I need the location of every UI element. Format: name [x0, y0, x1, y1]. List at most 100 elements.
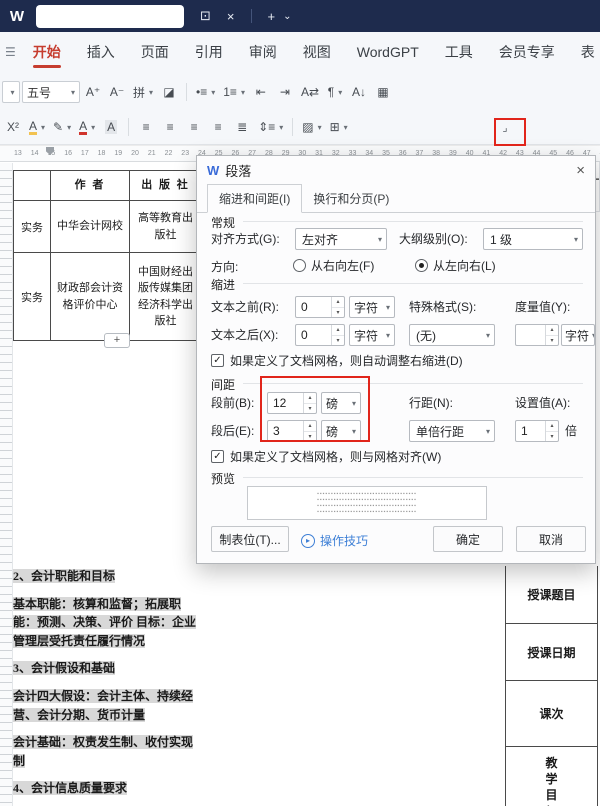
tabs-button[interactable]: 制表位(T)...	[211, 526, 289, 552]
numbered-list-button[interactable]: 1≡ ▾	[220, 80, 248, 104]
table-cell[interactable]: 实务	[13, 200, 51, 253]
table-cell[interactable]: 实务	[13, 252, 51, 341]
shading-button[interactable]: ▨ ▾	[299, 115, 324, 139]
direction-ltr-option[interactable]: 从左向右(L)	[415, 257, 496, 274]
line-spacing-button[interactable]: ⇕≡ ▾	[255, 115, 286, 139]
font-color-button[interactable]: A ▾	[76, 115, 98, 139]
paragraph[interactable]: 4、会计信息质量要求	[13, 779, 204, 798]
cancel-button[interactable]: 取消	[516, 526, 586, 552]
increase-font-size-button[interactable]: A⁺	[82, 80, 104, 104]
setting-value-input[interactable]: ▴ ▾	[515, 420, 559, 442]
superscript-button[interactable]: X²	[2, 115, 24, 139]
direction-rtl-option[interactable]: 从右向左(F)	[293, 257, 374, 274]
radio-selected-icon[interactable]	[415, 259, 428, 272]
table-cell[interactable]: 课次	[506, 681, 597, 747]
wps-logo[interactable]: W	[6, 8, 28, 25]
highlight-color-button[interactable]: A ▾	[26, 115, 48, 139]
tips-link[interactable]: ▸ 操作技巧	[301, 532, 368, 549]
tab-indents-and-spacing[interactable]: 缩进和间距(I)	[207, 184, 303, 213]
text-tool-button[interactable]: A⇄	[298, 80, 322, 104]
spin-down-icon[interactable]: ▾	[546, 336, 558, 346]
close-tab-icon[interactable]: ×	[227, 9, 235, 24]
radio-unselected-icon[interactable]	[293, 259, 306, 272]
character-shading-button[interactable]: A	[100, 115, 122, 139]
checkbox-checked-icon[interactable]: ✓	[211, 354, 224, 367]
align-right-button[interactable]: ≡	[183, 115, 205, 139]
measure-unit-select[interactable]: 字符 ▾	[561, 324, 595, 346]
setting-value[interactable]	[516, 421, 545, 441]
increase-indent-button[interactable]: ⇥	[274, 80, 296, 104]
tab-tools[interactable]: 工具	[432, 32, 486, 72]
sort-button[interactable]: A↓	[348, 80, 370, 104]
indent-after-input[interactable]: ▴ ▾	[295, 324, 345, 346]
indent-after-value[interactable]	[296, 325, 331, 345]
spin-up-icon[interactable]: ▴	[546, 325, 558, 336]
snap-to-grid-checkbox[interactable]: ✓ 如果定义了文档网格，则与网格对齐(W)	[211, 448, 441, 465]
line-spacing-select[interactable]: 单倍行距 ▾	[409, 420, 495, 442]
tab-view[interactable]: 视图	[290, 32, 344, 72]
decrease-font-size-button[interactable]: A⁻	[106, 80, 128, 104]
show-grid-button[interactable]: ▦	[372, 80, 394, 104]
spin-down-icon[interactable]: ▾	[546, 432, 558, 442]
paragraph[interactable]: 3、会计假设和基础	[13, 659, 204, 678]
document-tab[interactable]	[36, 4, 184, 28]
tab-review[interactable]: 审阅	[236, 32, 290, 72]
ok-button[interactable]: 确定	[433, 526, 503, 552]
tab-reference[interactable]: 引用	[182, 32, 236, 72]
distribute-button[interactable]: ≣	[231, 115, 253, 139]
chevron-down-icon[interactable]: ⌄	[283, 11, 291, 22]
monitor-icon[interactable]: ⊡	[200, 8, 211, 24]
paragraph[interactable]: 会计四大假设：会计主体、持续经营、会计分期、货币计量	[13, 687, 204, 724]
spin-down-icon[interactable]: ▾	[332, 336, 344, 346]
text-effects-button[interactable]: ✎ ▾	[50, 115, 74, 139]
spin-up-icon[interactable]: ▴	[546, 421, 558, 432]
table-cell[interactable]: 授课日期	[506, 624, 597, 681]
tab-page[interactable]: 页面	[128, 32, 182, 72]
measure-value[interactable]	[516, 325, 545, 345]
spin-up-icon[interactable]: ▴	[332, 297, 344, 308]
table-cell[interactable]: 授课题目	[506, 566, 597, 624]
pinyin-guide-button[interactable]: 拼 ▾	[130, 80, 156, 104]
indent-before-input[interactable]: ▴ ▾	[295, 296, 345, 318]
decrease-indent-button[interactable]: ⇤	[250, 80, 272, 104]
checkbox-checked-icon[interactable]: ✓	[211, 450, 224, 463]
menu-icon[interactable]: ☰	[5, 45, 16, 59]
tab-table-tools[interactable]: 表	[568, 32, 600, 72]
paragraph-mark-button[interactable]: ¶ ▾	[324, 80, 346, 104]
table-cell[interactable]: 高等教育出版社	[129, 200, 202, 253]
spin-down-icon[interactable]: ▾	[332, 308, 344, 318]
tab-home[interactable]: 开始	[20, 32, 74, 72]
borders-button[interactable]: ⊞ ▾	[327, 115, 351, 139]
font-name-select[interactable]: ▾	[2, 81, 20, 103]
new-tab-icon[interactable]: +	[268, 9, 276, 24]
tab-line-and-page-breaks[interactable]: 换行和分页(P)	[302, 185, 400, 212]
auto-adjust-indent-checkbox[interactable]: ✓ 如果定义了文档网格，则自动调整右缩进(D)	[211, 352, 463, 369]
table-header-cell[interactable]	[13, 170, 51, 201]
font-size-select[interactable]: 五号 ▾	[22, 81, 80, 103]
table-header-cell-author[interactable]: 作 者	[50, 170, 130, 201]
table-cell[interactable]: 中国财经出版传媒集团经济科学出版社	[129, 252, 202, 341]
table-cell-vertical[interactable]: 教 学 目 标	[506, 747, 597, 806]
document-body[interactable]: 2、会计职能和目标 基本职能：核算和监督；拓展职能：预测、决策、评价 目标：企业…	[13, 567, 204, 806]
table-cell[interactable]: 财政部会计资格评价中心	[50, 252, 130, 341]
dialog-titlebar[interactable]: W 段落 ×	[197, 156, 595, 184]
vertical-ruler[interactable]	[0, 163, 13, 806]
indent-before-value[interactable]	[296, 297, 331, 317]
spin-up-icon[interactable]: ▴	[332, 325, 344, 336]
bullet-list-button[interactable]: •≡ ▾	[193, 80, 218, 104]
table-cell[interactable]: 中华会计网校	[50, 200, 130, 253]
clear-format-button[interactable]: ◪	[158, 80, 180, 104]
align-left-button[interactable]: ≡	[135, 115, 157, 139]
indent-before-unit-select[interactable]: 字符 ▾	[349, 296, 395, 318]
tab-member[interactable]: 会员专享	[486, 32, 568, 72]
measure-value-input[interactable]: ▴ ▾	[515, 324, 559, 346]
tab-insert[interactable]: 插入	[74, 32, 128, 72]
alignment-select[interactable]: 左对齐 ▾	[295, 228, 387, 250]
special-format-select[interactable]: (无) ▾	[409, 324, 495, 346]
paragraph[interactable]: 基本职能：核算和监督；拓展职能：预测、决策、评价 目标：企业管理层受托责任履行情…	[13, 595, 204, 651]
justify-button[interactable]: ≡	[207, 115, 229, 139]
close-icon[interactable]: ×	[576, 162, 585, 179]
tab-wordgpt[interactable]: WordGPT	[344, 32, 432, 72]
add-table-row-button[interactable]: +	[104, 333, 130, 348]
indent-after-unit-select[interactable]: 字符 ▾	[349, 324, 395, 346]
